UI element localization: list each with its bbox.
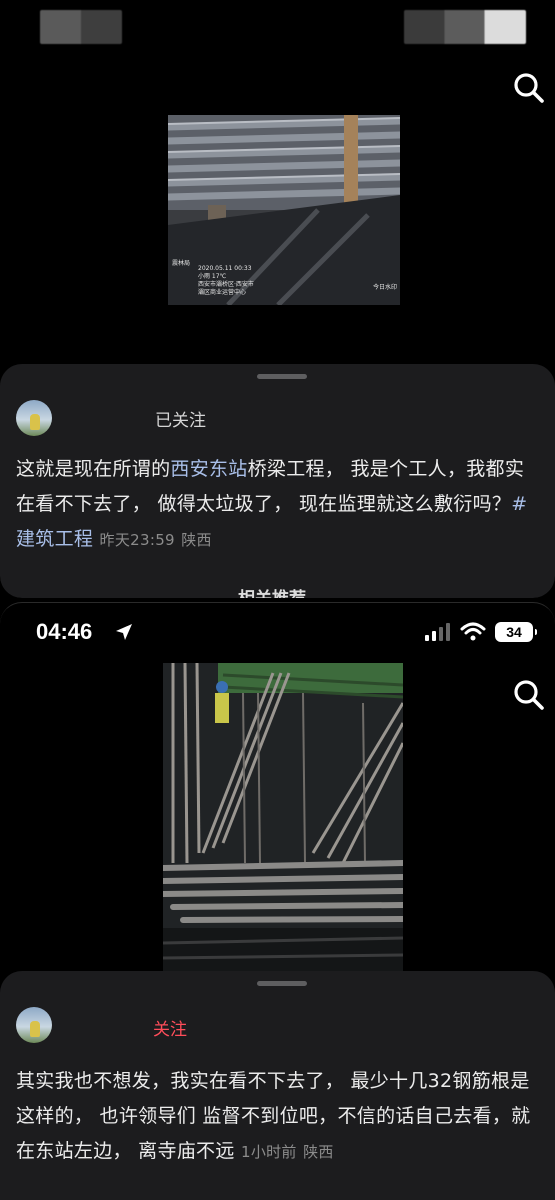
search-icon bbox=[514, 73, 544, 103]
post-timestamp: 昨天23:59 bbox=[99, 531, 175, 549]
location-link[interactable]: 西安东站 bbox=[170, 458, 247, 480]
avatar[interactable] bbox=[16, 1007, 52, 1043]
drag-handle[interactable] bbox=[257, 981, 307, 986]
watermark-brand: 今日水印 bbox=[373, 283, 397, 291]
battery-icon: 34 bbox=[495, 622, 537, 642]
followed-button[interactable]: 已关注 bbox=[155, 406, 206, 431]
watermark-text: 灞区商业运营中心 bbox=[198, 288, 246, 296]
status-time: 04:46 bbox=[36, 619, 93, 644]
post-sheet: 已关注 这就是现在所谓的西安东站桥梁工程， 我是个工人，我都实在看不下去了， 做… bbox=[0, 364, 555, 598]
watermark-text: 震林局 bbox=[172, 259, 190, 267]
post-text-intro: 这就是现在所谓的 bbox=[16, 458, 171, 480]
post-photo[interactable]: 震林局 2020.05.11 00:33 小雨 17℃ 西安市灞桥区·西安市 灞… bbox=[168, 115, 400, 305]
blurred-region bbox=[404, 10, 526, 44]
search-button[interactable] bbox=[511, 677, 547, 713]
post-text: 这就是现在所谓的西安东站桥梁工程， 我是个工人，我都实在看不下去了， 做得太垃圾… bbox=[16, 452, 541, 558]
post-photo[interactable] bbox=[163, 663, 403, 973]
location-arrow-icon bbox=[116, 624, 132, 640]
signal-icon bbox=[425, 623, 450, 641]
drag-handle[interactable] bbox=[257, 374, 307, 379]
watermark-text: 西安市灞桥区·西安市 bbox=[198, 280, 254, 288]
post-region: 陕西 bbox=[181, 531, 212, 549]
status-indicators: 34 bbox=[425, 621, 537, 643]
search-icon bbox=[514, 680, 544, 710]
follow-button[interactable]: 关注 bbox=[153, 1015, 187, 1040]
post-timestamp: 1小时前 bbox=[240, 1143, 297, 1161]
post-screenshot-1: 震林局 2020.05.11 00:33 小雨 17℃ 西安市灞桥区·西安市 灞… bbox=[0, 0, 555, 598]
search-button[interactable] bbox=[511, 70, 547, 106]
post-region: 陕西 bbox=[303, 1143, 334, 1161]
watermark-text: 小雨 17℃ bbox=[198, 272, 227, 280]
post-text: 其实我也不想发，我实在看不下去了， 最少十几32钢筋根是这样的， 也许领导们 监… bbox=[16, 1064, 541, 1170]
post-sheet: 关注 其实我也不想发，我实在看不下去了， 最少十几32钢筋根是这样的， 也许领导… bbox=[0, 971, 555, 1200]
watermark-text: 2020.05.11 00:33 bbox=[198, 265, 252, 272]
wifi-icon bbox=[460, 622, 486, 641]
related-recommendations[interactable]: 相关推荐 bbox=[238, 584, 306, 598]
blurred-region bbox=[40, 10, 122, 44]
post-screenshot-2: 04:46 34 关注 其实我也不想发，我实在看不下去了， 最少十几32钢筋根是… bbox=[0, 602, 555, 1200]
avatar[interactable] bbox=[16, 400, 52, 436]
